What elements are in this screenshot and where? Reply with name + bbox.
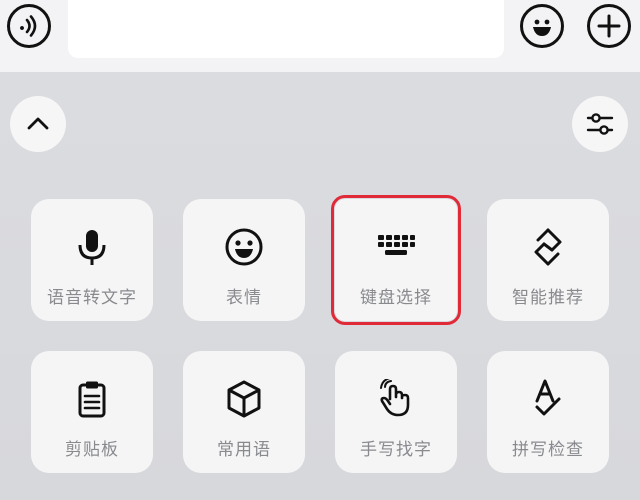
microphone-icon <box>70 225 114 269</box>
tile-emoji[interactable]: 表情 <box>183 199 305 321</box>
voice-wave-icon[interactable] <box>7 4 51 48</box>
cube-icon <box>222 377 266 421</box>
message-input[interactable] <box>68 0 504 58</box>
collapse-button[interactable] <box>10 96 66 152</box>
sliders-icon <box>586 113 614 135</box>
keyboard-icon <box>374 225 418 269</box>
tile-label: 常用语 <box>217 440 271 460</box>
plus-icon[interactable] <box>587 4 631 48</box>
tile-smart-recommend[interactable]: 智能推荐 <box>487 199 609 321</box>
spell-check-icon <box>526 377 570 421</box>
toolbar-panel: 语音转文字 表情 键盘选择 智能推荐 剪贴板 常用语 手写找字 拼写检查 <box>0 72 640 500</box>
hand-pointer-icon <box>374 377 418 421</box>
tile-common-phrases[interactable]: 常用语 <box>183 351 305 473</box>
chevron-up-icon <box>27 117 49 130</box>
tile-label: 拼写检查 <box>512 440 584 460</box>
tile-label: 语音转文字 <box>47 288 137 308</box>
tile-label: 剪贴板 <box>65 440 119 460</box>
tile-keyboard-select[interactable]: 键盘选择 <box>331 195 461 325</box>
tile-label: 键盘选择 <box>360 288 432 308</box>
input-bar <box>0 0 640 72</box>
tile-clipboard[interactable]: 剪贴板 <box>31 351 153 473</box>
diamond-s-icon <box>526 225 570 269</box>
tile-handwriting[interactable]: 手写找字 <box>335 351 457 473</box>
tile-label: 表情 <box>226 288 262 308</box>
smiley-icon <box>222 225 266 269</box>
clipboard-icon <box>70 377 114 421</box>
tile-label: 智能推荐 <box>512 288 584 308</box>
tile-voice-to-text[interactable]: 语音转文字 <box>31 199 153 321</box>
settings-button[interactable] <box>572 96 628 152</box>
tile-label: 手写找字 <box>360 440 432 460</box>
smiley-icon[interactable] <box>520 4 564 48</box>
tile-spell-check[interactable]: 拼写检查 <box>487 351 609 473</box>
